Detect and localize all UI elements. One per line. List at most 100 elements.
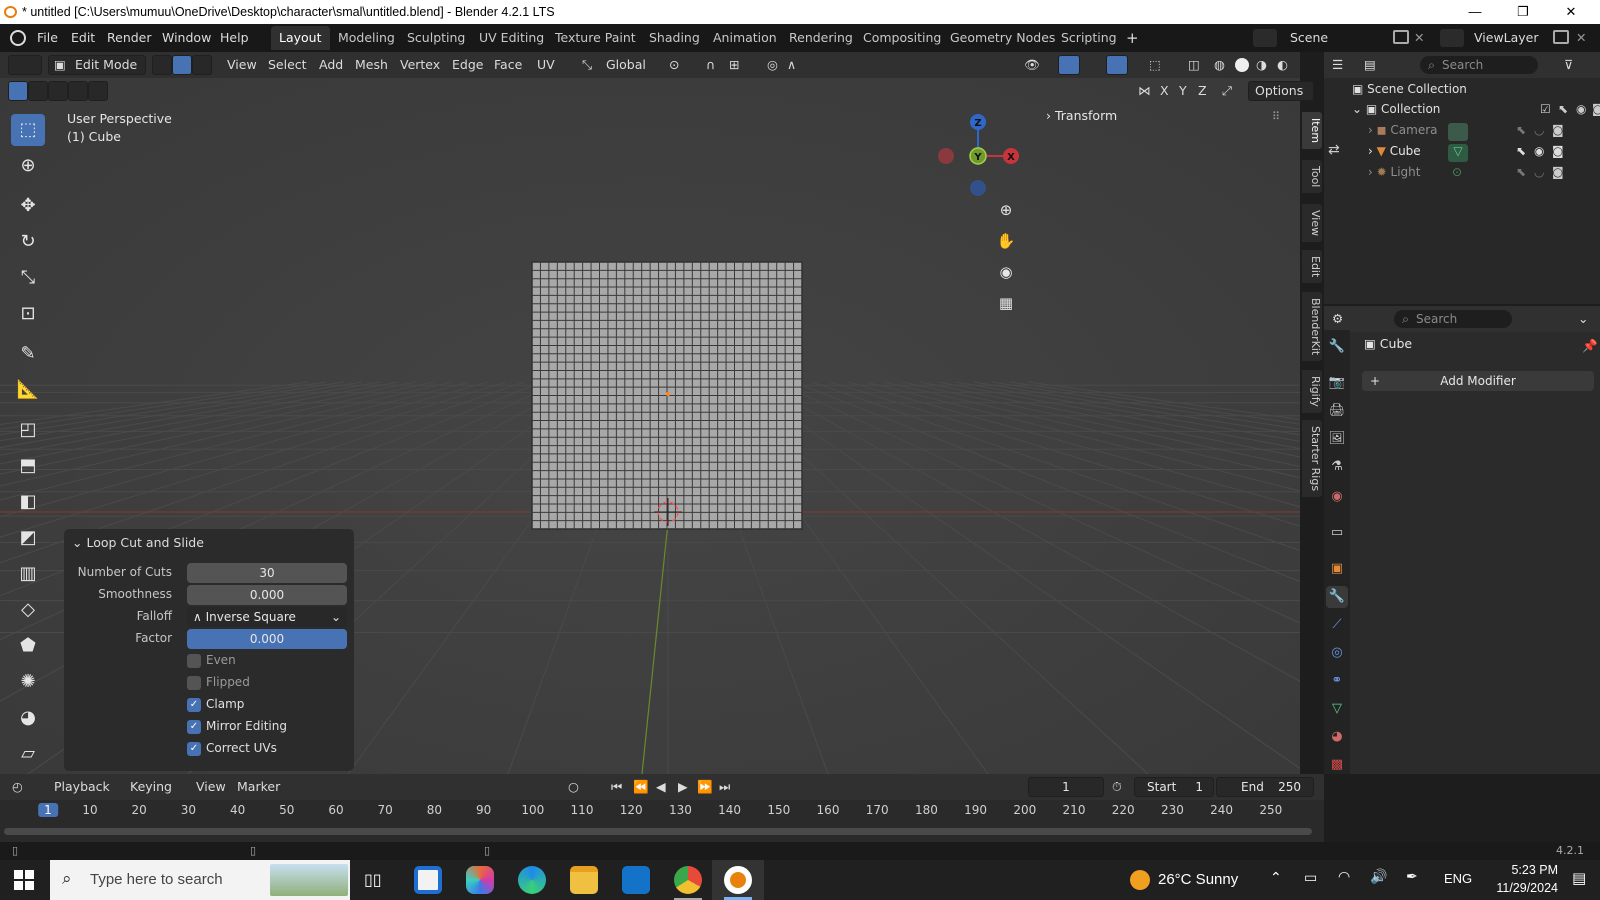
bevel-tool-icon[interactable]: ◩ — [11, 522, 45, 554]
tab-compositing[interactable]: Compositing — [855, 26, 949, 50]
scale-tool-icon[interactable]: ⤡ — [11, 262, 45, 294]
select-box-tool-icon[interactable]: ⬚ — [11, 114, 45, 146]
notifications-icon[interactable]: ▤ — [1572, 869, 1586, 887]
filter-funnel-icon[interactable]: ⊽ — [1564, 55, 1573, 75]
mirror-editing-checkbox[interactable]: ✓ — [187, 720, 201, 734]
edge-select-icon[interactable] — [172, 55, 192, 75]
perspective-toggle-icon[interactable]: ▦ — [990, 287, 1022, 319]
delete-scene-icon[interactable]: ✕ — [1414, 30, 1424, 45]
menu-face[interactable]: Face — [494, 55, 522, 75]
mesh-data-properties-icon[interactable]: ▽ — [1326, 698, 1348, 720]
light-data-icon[interactable]: ⊙ — [1452, 165, 1462, 179]
chrome-icon[interactable] — [674, 866, 702, 894]
menu-playback[interactable]: Playback — [54, 777, 110, 797]
object-properties-icon[interactable]: ▣ — [1326, 558, 1348, 580]
menu-vertex[interactable]: Vertex — [400, 55, 440, 75]
mesh-edit-overlay-icon[interactable]: ⬚ — [1149, 55, 1161, 75]
menu-add[interactable]: Add — [319, 55, 343, 75]
flipped-checkbox[interactable] — [187, 676, 201, 690]
add-modifier-button[interactable]: + Add Modifier — [1362, 371, 1594, 391]
camera-select-icon[interactable]: ⬉ — [1516, 123, 1526, 137]
menu-view[interactable]: View — [227, 55, 257, 75]
menu-window[interactable]: Window — [162, 30, 211, 45]
output-properties-icon[interactable]: 🖨 — [1326, 400, 1348, 422]
volume-icon[interactable]: 🔊 — [1370, 869, 1387, 885]
cube-eye-icon[interactable]: ◉ — [1534, 144, 1544, 158]
poly-build-tool-icon[interactable]: ⬟ — [11, 630, 45, 662]
add-cube-tool-icon[interactable]: ◰ — [11, 414, 45, 446]
jump-keyframe-forward-icon[interactable]: ⏩ — [697, 777, 713, 797]
snap-magnet-icon[interactable]: ∩ — [706, 55, 715, 75]
gizmo-toggle-icon[interactable] — [1058, 55, 1080, 75]
task-view-icon[interactable]: ▯▯ — [364, 870, 382, 889]
options-dropdown[interactable]: Options — [1248, 81, 1314, 101]
edge-browser-icon[interactable] — [518, 866, 546, 894]
clamp-checkbox[interactable]: ✓ — [187, 698, 201, 712]
menu-uv[interactable]: UV — [537, 55, 555, 75]
minimize-button[interactable]: — — [1452, 2, 1498, 22]
battery-icon[interactable]: ▭ — [1304, 870, 1317, 886]
world-properties-icon[interactable]: ◉ — [1326, 486, 1348, 508]
transform-orientation-dropdown[interactable]: Global — [606, 55, 646, 75]
menu-render[interactable]: Render — [107, 30, 152, 45]
wireframe-shading-icon[interactable]: ◍ — [1214, 55, 1225, 75]
tab-animation[interactable]: Animation — [705, 26, 785, 50]
constraints-properties-icon[interactable]: ⚭ — [1326, 670, 1348, 692]
pan-hand-icon[interactable]: ✋ — [990, 225, 1022, 257]
face-select-icon[interactable] — [192, 55, 212, 75]
tab-sculpting[interactable]: Sculpting — [399, 26, 473, 50]
outliner-sync-icon[interactable]: ⇄ — [1328, 142, 1340, 158]
view-layer-name[interactable]: ViewLayer — [1474, 30, 1539, 45]
tab-layout[interactable]: Layout — [271, 26, 330, 50]
properties-options-icon[interactable]: ⌄ — [1578, 309, 1588, 329]
auto-merge-icon[interactable]: ⤢ — [1222, 81, 1232, 101]
proportional-edit-icon[interactable]: ◎ — [767, 55, 778, 75]
weather-sun-icon[interactable] — [1130, 870, 1150, 890]
menu-select[interactable]: Select — [268, 55, 307, 75]
clock-date[interactable]: 11/29/2024 — [1486, 881, 1558, 895]
light-select-icon[interactable]: ⬉ — [1516, 165, 1526, 179]
visibility-eye-icon[interactable]: 👁 — [1024, 55, 1040, 75]
tab-item[interactable]: Item — [1302, 112, 1322, 150]
windows-start-icon[interactable] — [14, 870, 34, 890]
jump-end-icon[interactable]: ⏭ — [719, 777, 730, 797]
timeline-editor-type-icon[interactable]: ◴ — [12, 777, 23, 797]
scene-name[interactable]: Scene — [1290, 30, 1328, 45]
transform-tool-icon[interactable]: ⊡ — [11, 298, 45, 330]
number-of-cuts-field[interactable]: 30 — [187, 563, 347, 583]
drag-handle-icon[interactable]: ⠿ — [1272, 110, 1280, 123]
loop-cut-tool-icon[interactable]: ▥ — [11, 558, 45, 590]
menu-marker[interactable]: Marker — [237, 777, 280, 797]
camera-render-icon[interactable]: ◙ — [1552, 123, 1564, 137]
render-properties-icon[interactable]: 📷 — [1326, 372, 1348, 394]
inset-tool-icon[interactable]: ◧ — [11, 486, 45, 518]
tab-geometry-nodes[interactable]: Geometry Nodes — [942, 26, 1063, 50]
jump-start-icon[interactable]: ⏮ — [611, 777, 622, 797]
view-layer-selector-icon[interactable] — [1440, 29, 1464, 47]
start-frame-field[interactable]: Start 1 — [1134, 777, 1214, 797]
shear-tool-icon[interactable]: ▱ — [11, 738, 45, 770]
spin-tool-icon[interactable]: ✺ — [11, 666, 45, 698]
tab-tool[interactable]: Tool — [1302, 160, 1322, 194]
maximize-button[interactable]: ❐ — [1500, 2, 1546, 22]
menu-keying[interactable]: Keying — [130, 777, 172, 797]
tab-rendering[interactable]: Rendering — [781, 26, 861, 50]
scene-selector-icon[interactable] — [1253, 29, 1277, 47]
add-workspace-button[interactable]: + — [1126, 29, 1139, 47]
cube-select-icon[interactable]: ⬉ — [1516, 144, 1526, 158]
menu-timeline-view[interactable]: View — [196, 777, 226, 797]
mirror-y-toggle[interactable]: Y — [1179, 81, 1187, 101]
jump-keyframe-back-icon[interactable]: ⏪ — [633, 777, 649, 797]
frame-ruler[interactable]: 1 10 20 30 40 50 60 70 80 90 100 110 120 130 140 150 160… — [0, 800, 1324, 822]
light-render-icon[interactable]: ◙ — [1552, 165, 1564, 179]
even-checkbox[interactable] — [187, 654, 201, 668]
material-properties-icon[interactable]: ◕ — [1326, 726, 1348, 748]
snap-target-icon[interactable]: ⊞ — [729, 55, 739, 75]
current-frame-field[interactable]: 1 — [1028, 777, 1104, 797]
scene-collection-row[interactable]: ▣ Scene Collection — [1352, 82, 1467, 96]
annotate-tool-icon[interactable]: ✎ — [11, 338, 45, 370]
knife-tool-icon[interactable]: ◇ — [11, 594, 45, 626]
rendered-shading-icon[interactable]: ◐ — [1277, 55, 1288, 75]
texture-properties-icon[interactable]: ▩ — [1326, 754, 1348, 776]
auto-keying-icon[interactable]: ○ — [568, 777, 579, 797]
